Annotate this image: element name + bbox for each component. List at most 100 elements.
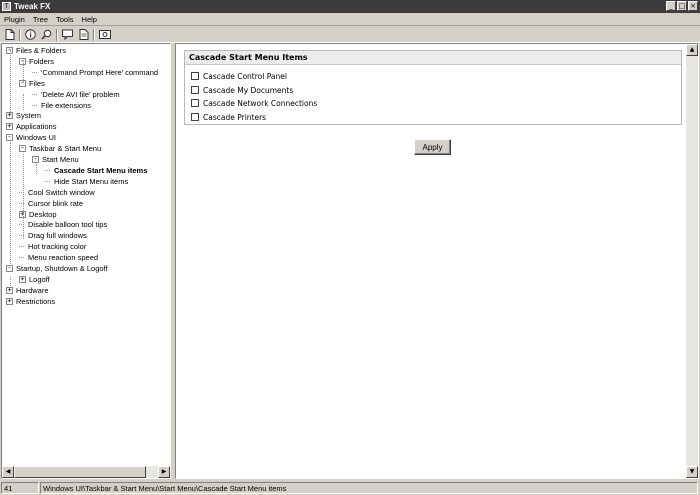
option-cascade-control-panel[interactable]: Cascade Control Panel xyxy=(191,70,287,82)
image-icon[interactable] xyxy=(98,28,111,41)
expand-icon[interactable]: + xyxy=(6,297,13,305)
new-page-icon[interactable] xyxy=(3,28,16,41)
menu-help[interactable]: Help xyxy=(78,15,101,24)
tree-item[interactable]: + Applications xyxy=(6,121,56,132)
status-path: Windows UI\Taskbar & Start Menu\Start Me… xyxy=(40,481,698,494)
info-icon[interactable] xyxy=(24,28,37,41)
close-button[interactable]: × xyxy=(688,1,698,11)
tree-connector xyxy=(32,93,37,95)
tree-item[interactable]: - Windows UI xyxy=(6,132,56,143)
collapse-icon[interactable]: - xyxy=(6,265,13,272)
status-count: 41 xyxy=(1,481,39,494)
minimize-button[interactable]: _ xyxy=(666,1,676,11)
tree-item-label: Restrictions xyxy=(16,296,56,306)
tree-item-label: 'Command Prompt Here' command xyxy=(41,67,159,77)
tree-item[interactable]: Cool Switch window xyxy=(19,187,95,198)
tree-item[interactable]: - Start Menu xyxy=(32,154,79,165)
comment-icon[interactable] xyxy=(61,28,74,41)
tree-item[interactable]: Cascade Start Menu items xyxy=(45,165,147,176)
tree-item[interactable]: Drag full windows xyxy=(19,230,87,241)
tree-item-label: Files xyxy=(29,78,45,88)
search-icon[interactable] xyxy=(40,28,53,41)
expand-icon[interactable]: + xyxy=(6,286,13,294)
tree-item[interactable]: Cursor blink rate xyxy=(19,198,83,209)
option-label: Cascade Network Connections xyxy=(203,98,318,108)
scroll-thumb[interactable] xyxy=(14,466,146,478)
scroll-track[interactable] xyxy=(14,466,158,478)
tree-item[interactable]: + Restrictions xyxy=(6,296,55,307)
tree-item[interactable]: Menu reaction speed xyxy=(19,252,98,263)
collapse-icon[interactable]: - xyxy=(32,156,39,163)
tree-connector xyxy=(32,71,37,73)
tree-item-label: File extensions xyxy=(41,100,92,110)
tree-item[interactable]: 'Delete AVI file' problem xyxy=(32,89,120,100)
menu-tools[interactable]: Tools xyxy=(52,15,78,24)
tree-item[interactable]: - Files & Folders xyxy=(6,45,66,56)
checkbox[interactable] xyxy=(191,99,199,107)
maximize-button[interactable]: □ xyxy=(677,1,687,11)
option-cascade-my-documents[interactable]: Cascade My Documents xyxy=(191,84,293,96)
tree-item-label: Logoff xyxy=(29,274,50,284)
content-vertical-scrollbar[interactable]: ▲ ▼ xyxy=(686,44,698,478)
scroll-down-icon[interactable]: ▼ xyxy=(686,466,698,478)
apply-button[interactable]: Apply xyxy=(414,139,451,155)
tree-item-label: Startup, Shutdown & Logoff xyxy=(16,264,108,273)
tree-item[interactable]: - Folders xyxy=(19,56,54,67)
tree-item-label: Menu reaction speed xyxy=(28,253,99,263)
tree-connector xyxy=(45,169,50,171)
status-bar: 41 Windows UI\Taskbar & Start Menu\Start… xyxy=(0,480,700,495)
tree-item-label: Hardware xyxy=(16,285,49,295)
tree-guide-line xyxy=(23,61,24,82)
menu-bar: Plugin Tree Tools Help xyxy=(0,13,700,26)
tree-connector xyxy=(32,104,37,106)
expand-icon[interactable]: + xyxy=(19,275,26,283)
tree-guide-line xyxy=(10,142,11,266)
tree-item[interactable]: + System xyxy=(6,110,41,121)
tree-connector xyxy=(19,246,24,248)
tree-item[interactable]: - Startup, Shutdown & Logoff xyxy=(6,263,108,274)
tree-item[interactable]: Disable balloon tool tips xyxy=(19,219,107,230)
document-icon[interactable] xyxy=(77,28,90,41)
scroll-right-icon[interactable]: ▶ xyxy=(158,466,170,478)
checkbox[interactable] xyxy=(191,113,199,121)
tree-item-label: Folders xyxy=(29,56,55,66)
tree-item-label: Applications xyxy=(16,122,57,132)
content-panel: Cascade Start Menu Items Cascade Control… xyxy=(175,43,699,479)
tree-item[interactable]: Hide Start Menu items xyxy=(45,176,128,187)
tree-item-label: Start Menu xyxy=(42,155,79,164)
menu-tree[interactable]: Tree xyxy=(29,15,52,24)
tree-guide-line xyxy=(36,164,37,174)
window-controls: _ □ × xyxy=(666,1,698,11)
option-label: Cascade Printers xyxy=(203,112,267,122)
tree-item-label: Drag full windows xyxy=(28,231,87,241)
tree-guide-line xyxy=(10,277,11,286)
tree-item[interactable]: + Desktop xyxy=(19,209,57,220)
tree-panel: - Files & Folders - Folders 'Command Prompt … xyxy=(1,43,171,479)
collapse-icon[interactable]: - xyxy=(19,145,26,153)
tree-item[interactable]: 'Command Prompt Here' command xyxy=(32,67,158,78)
checkbox[interactable] xyxy=(191,86,199,94)
tree-item-label: Cool Switch window xyxy=(28,187,95,197)
scroll-left-icon[interactable]: ◀ xyxy=(2,466,14,478)
option-cascade-printers[interactable]: Cascade Printers xyxy=(191,111,266,123)
tree-horizontal-scrollbar[interactable]: ◀ ▶ xyxy=(2,466,170,478)
collapse-icon[interactable]: - xyxy=(6,134,13,142)
tree-item[interactable]: File extensions xyxy=(32,100,91,111)
tree-item[interactable]: - Taskbar & Start Menu xyxy=(19,143,101,154)
menu-plugin[interactable]: Plugin xyxy=(0,15,29,24)
tree-item-label: Taskbar & Start Menu xyxy=(29,144,102,154)
toolbar-separator xyxy=(56,28,58,41)
app-icon: T xyxy=(2,2,11,11)
scroll-up-icon[interactable]: ▲ xyxy=(686,44,698,56)
option-cascade-network-connections[interactable]: Cascade Network Connections xyxy=(191,97,317,109)
tree-item[interactable]: + Hardware xyxy=(6,285,49,296)
expand-icon[interactable]: + xyxy=(6,123,13,131)
tree-item-label: Files & Folders xyxy=(16,46,67,55)
toolbar xyxy=(0,27,700,43)
scroll-track[interactable] xyxy=(686,56,698,466)
tree-item[interactable]: Hot tracking color xyxy=(19,241,86,252)
option-label: Cascade My Documents xyxy=(203,85,294,95)
options-group: Cascade Start Menu Items Cascade Control… xyxy=(184,50,682,125)
tree-item[interactable]: + Logoff xyxy=(19,274,50,285)
checkbox[interactable] xyxy=(191,72,199,80)
